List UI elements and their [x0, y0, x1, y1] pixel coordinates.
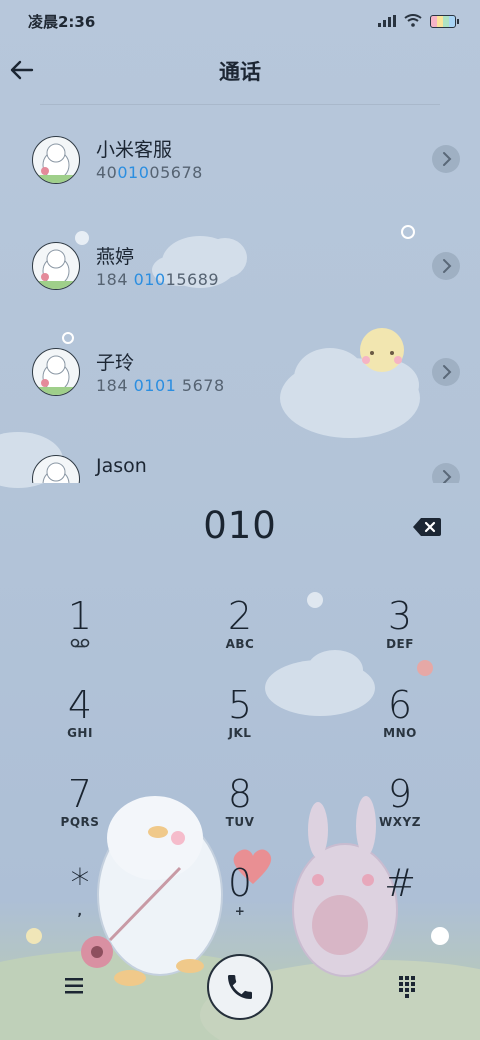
contact-name: 子玲: [96, 352, 135, 374]
backspace-icon[interactable]: [412, 516, 442, 538]
call-button[interactable]: [207, 954, 273, 1020]
key-9[interactable]: 9 WXYZ: [340, 773, 460, 853]
contact-name: Jason: [96, 455, 147, 477]
key-8[interactable]: 8 TUV: [180, 773, 300, 853]
key-0[interactable]: 0 +: [180, 862, 300, 942]
status-time: 凌晨2:36: [28, 13, 96, 31]
contact-number: 184 0101 5678: [96, 376, 225, 395]
key-4[interactable]: 4 GHI: [20, 684, 140, 764]
number-match-highlight: 010: [133, 270, 166, 289]
number-match-highlight: 010: [117, 163, 150, 182]
chevron-right-icon[interactable]: [432, 463, 460, 483]
contact-row[interactable]: 燕婷 184 01015689: [0, 212, 480, 308]
key-5[interactable]: 5 JKL: [180, 684, 300, 764]
signal-icon: [378, 12, 396, 31]
number-match-highlight: 0101: [133, 376, 177, 395]
battery-icon: [430, 15, 459, 28]
contact-number: 184 01015689: [96, 270, 220, 289]
chevron-right-icon[interactable]: [432, 145, 460, 173]
avatar: [32, 348, 80, 396]
bottom-action-bar: [0, 950, 480, 1030]
contact-row[interactable]: Jason: [0, 425, 480, 483]
avatar: [32, 242, 80, 290]
key-3[interactable]: 3 DEF: [340, 595, 460, 675]
avatar: [32, 455, 80, 483]
key-2[interactable]: 2 ABC: [180, 595, 300, 675]
contact-row[interactable]: 小米客服 4001005678: [0, 105, 480, 201]
dialed-number: 010: [203, 504, 277, 547]
chevron-right-icon[interactable]: [432, 358, 460, 386]
wifi-icon: [404, 12, 422, 31]
contact-number: 4001005678: [96, 163, 203, 182]
contact-name: 小米客服: [96, 139, 173, 161]
key-1[interactable]: 1: [20, 595, 140, 675]
contact-list: 小米客服 4001005678 燕婷 184 01015689 子玲 184 0…: [0, 105, 480, 483]
keypad-toggle-icon[interactable]: [390, 970, 424, 1004]
key-6[interactable]: 6 MNO: [340, 684, 460, 764]
avatar: [32, 136, 80, 184]
contact-name: 燕婷: [96, 246, 135, 268]
chevron-right-icon[interactable]: [432, 252, 460, 280]
phone-icon: [224, 971, 256, 1007]
key-star[interactable]: * ,: [20, 862, 140, 942]
voicemail-icon: [20, 637, 140, 652]
key-7[interactable]: 7 PQRS: [20, 773, 140, 853]
status-bar: 凌晨2:36: [0, 0, 480, 40]
page-title: 通话: [219, 60, 261, 84]
header: 通话: [0, 48, 480, 96]
menu-icon[interactable]: [56, 972, 92, 1000]
contact-row[interactable]: 子玲 184 0101 5678: [0, 318, 480, 414]
key-hash[interactable]: #: [340, 862, 460, 942]
